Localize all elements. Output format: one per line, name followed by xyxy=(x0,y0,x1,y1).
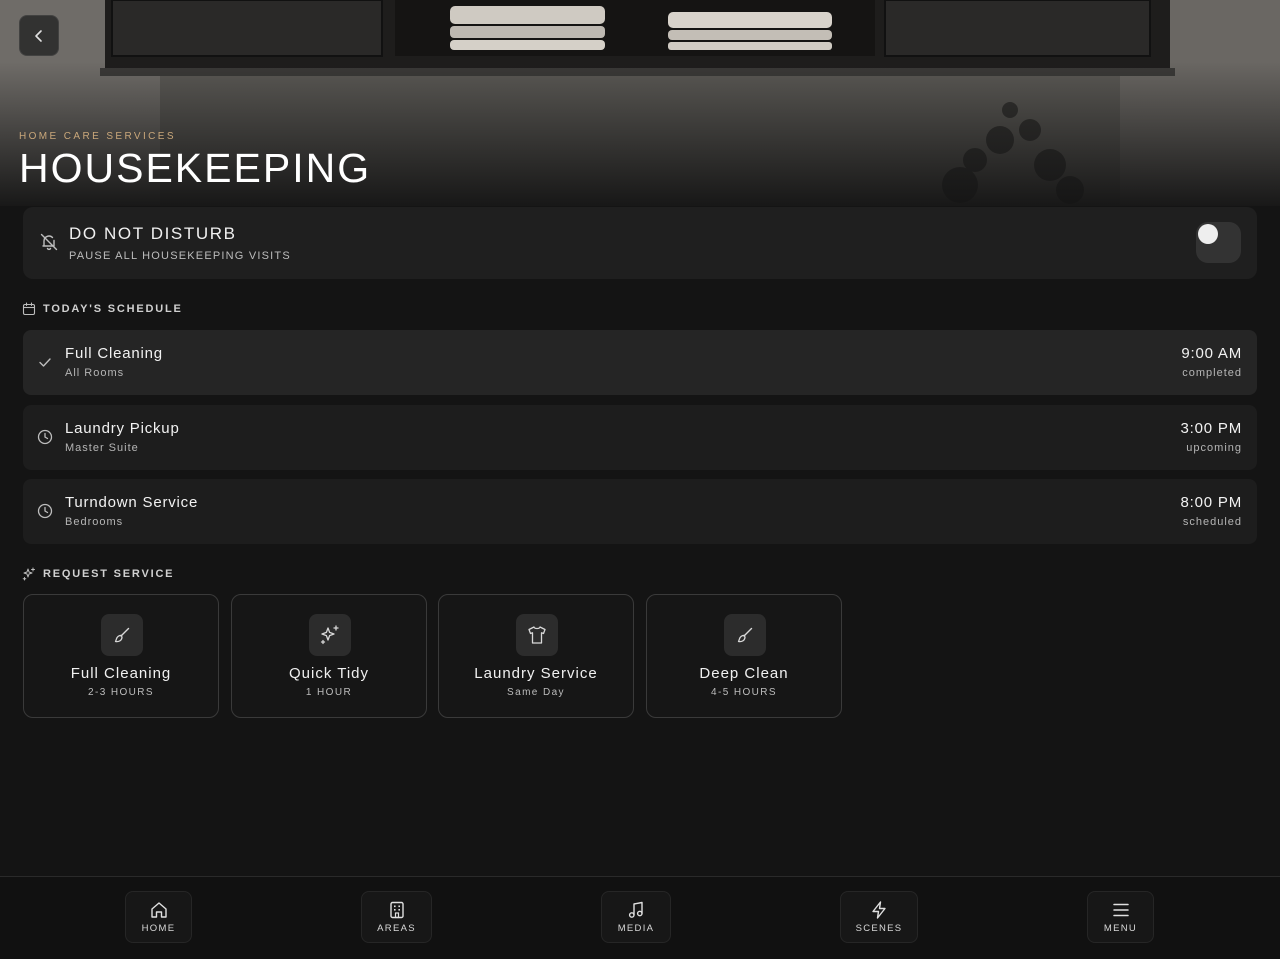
toggle-knob xyxy=(1198,224,1218,244)
schedule-item-location: Bedrooms xyxy=(65,516,124,528)
nav-item-scenes[interactable]: SCENES xyxy=(840,891,918,943)
service-name: Quick Tidy xyxy=(288,665,370,682)
service-duration: 4-5 HOURS xyxy=(711,687,777,698)
request-heading-label: REQUEST SERVICE xyxy=(43,568,175,580)
check-icon xyxy=(37,354,53,370)
bell-off-icon xyxy=(39,232,59,252)
chevron-left-icon xyxy=(35,29,42,42)
schedule-item-status: upcoming xyxy=(1186,442,1242,454)
service-card-laundry[interactable]: Laundry Service Same Day xyxy=(438,594,634,718)
lightning-icon xyxy=(869,900,889,920)
service-card-full-cleaning[interactable]: Full Cleaning 2-3 HOURS xyxy=(23,594,219,718)
schedule-heading-label: TODAY'S SCHEDULE xyxy=(43,303,183,315)
schedule-item-name: Laundry Pickup xyxy=(65,420,180,437)
do-not-disturb-card: DO NOT DISTURB PAUSE ALL HOUSEKEEPING VI… xyxy=(23,207,1257,279)
dnd-toggle[interactable] xyxy=(1196,222,1241,263)
schedule-item-status: scheduled xyxy=(1182,516,1242,528)
brush-icon xyxy=(112,625,132,645)
clock-icon xyxy=(37,503,53,519)
schedule-item-name: Turndown Service xyxy=(65,494,199,511)
nav-item-areas[interactable]: AREAS xyxy=(361,891,432,943)
nav-item-menu[interactable]: MENU xyxy=(1087,891,1154,943)
schedule-item-name: Full Cleaning xyxy=(65,345,163,362)
page-title: HOUSEKEEPING xyxy=(19,145,372,191)
brush-icon xyxy=(735,625,755,645)
nav-label: HOME xyxy=(141,923,176,934)
shirt-icon xyxy=(526,624,548,646)
service-card-quick-tidy[interactable]: Quick Tidy 1 HOUR xyxy=(231,594,427,718)
calendar-icon xyxy=(22,302,36,316)
dnd-subtitle: PAUSE ALL HOUSEKEEPING VISITS xyxy=(69,250,291,262)
service-duration: Same Day xyxy=(507,687,565,698)
service-name: Deep Clean xyxy=(699,665,789,682)
building-icon xyxy=(387,900,407,920)
nav-label: MEDIA xyxy=(617,923,655,934)
schedule-item[interactable]: Laundry Pickup Master Suite 3:00 PM upco… xyxy=(23,405,1257,470)
nav-item-home[interactable]: HOME xyxy=(125,891,192,943)
schedule-item-time: 9:00 AM xyxy=(1181,345,1242,362)
schedule-item-time: 8:00 PM xyxy=(1180,494,1242,511)
back-button[interactable] xyxy=(19,15,59,56)
request-heading: REQUEST SERVICE xyxy=(22,567,174,581)
bottom-nav: HOME AREAS MEDIA SCENES MENU xyxy=(0,876,1280,959)
schedule-item-status: completed xyxy=(1182,367,1242,379)
service-name: Laundry Service xyxy=(474,665,598,682)
service-icon-box xyxy=(101,614,143,656)
schedule-item-time: 3:00 PM xyxy=(1180,420,1242,437)
schedule-heading: TODAY'S SCHEDULE xyxy=(22,302,183,316)
service-icon-box xyxy=(724,614,766,656)
page-eyebrow: HOME CARE SERVICES xyxy=(19,131,176,142)
sparkles-icon xyxy=(22,567,36,581)
service-card-deep-clean[interactable]: Deep Clean 4-5 HOURS xyxy=(646,594,842,718)
dnd-title: DO NOT DISTURB xyxy=(69,224,237,243)
home-icon xyxy=(149,900,169,920)
hamburger-menu-icon xyxy=(1111,900,1131,920)
service-icon-box xyxy=(309,614,351,656)
schedule-item-location: All Rooms xyxy=(65,367,125,379)
schedule-item-location: Master Suite xyxy=(65,442,139,454)
nav-item-media[interactable]: MEDIA xyxy=(601,891,671,943)
sparkles-icon xyxy=(319,624,341,646)
nav-label: SCENES xyxy=(855,923,903,934)
nav-label: AREAS xyxy=(377,923,416,934)
schedule-item[interactable]: Full Cleaning All Rooms 9:00 AM complete… xyxy=(23,330,1257,395)
service-name: Full Cleaning xyxy=(70,665,172,682)
clock-icon xyxy=(37,429,53,445)
schedule-item[interactable]: Turndown Service Bedrooms 8:00 PM schedu… xyxy=(23,479,1257,544)
service-icon-box xyxy=(516,614,558,656)
music-icon xyxy=(626,900,646,920)
service-duration: 2-3 HOURS xyxy=(88,687,154,698)
service-duration: 1 HOUR xyxy=(305,687,353,698)
nav-label: MENU xyxy=(1103,923,1138,934)
